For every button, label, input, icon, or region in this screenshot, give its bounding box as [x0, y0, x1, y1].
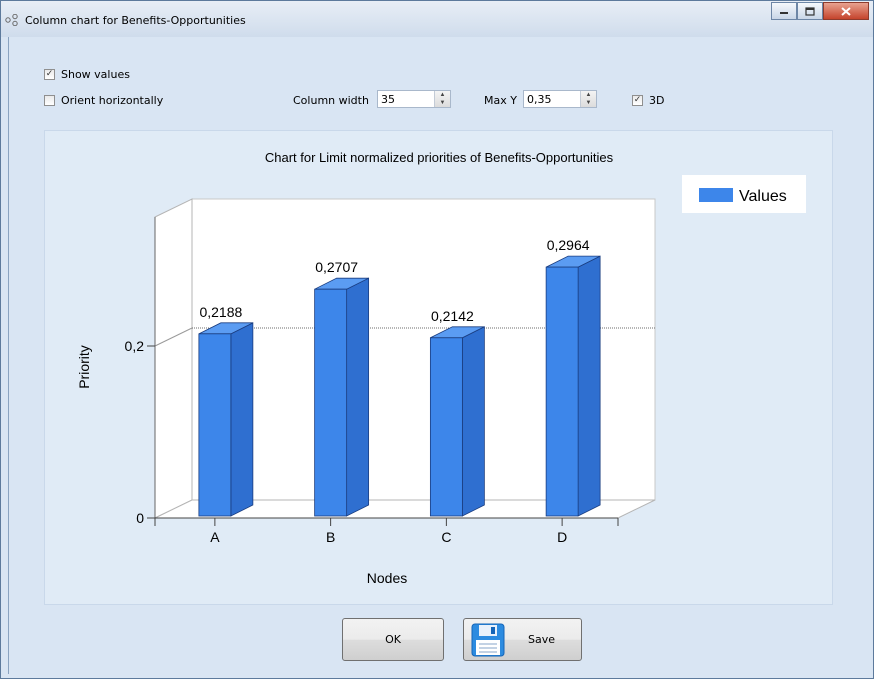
- app-window: Column chart for Benefits-Opportunities …: [0, 0, 874, 679]
- x-axis-title: Nodes: [367, 570, 407, 586]
- close-button[interactable]: [823, 2, 869, 20]
- data-label: 0,2964: [547, 237, 590, 253]
- checkbox-icon: ✓: [632, 95, 643, 106]
- y-tick-label: 0,2: [125, 338, 145, 354]
- chart-side-wall: [154, 198, 193, 519]
- window-title: Column chart for Benefits-Opportunities: [25, 14, 246, 27]
- max-y-label: Max Y: [484, 94, 517, 107]
- column-chart: Chart for Limit normalized priorities of…: [76, 150, 806, 586]
- checkbox-icon: [44, 95, 55, 106]
- show-values-checkbox[interactable]: ✓ Show values: [44, 68, 130, 81]
- minimize-icon: [780, 12, 788, 14]
- maximize-icon: [805, 6, 815, 16]
- column-width-stepper[interactable]: 35 ▲ ▼: [377, 90, 451, 108]
- bar-side: [346, 277, 370, 517]
- show-values-label: Show values: [61, 68, 130, 81]
- legend-swatch: [699, 188, 733, 202]
- down-arrow-icon[interactable]: ▼: [435, 99, 450, 107]
- window-controls: [771, 2, 869, 21]
- bar-side: [230, 322, 254, 517]
- data-label: 0,2188: [199, 304, 242, 320]
- stepper-arrows[interactable]: ▲ ▼: [434, 91, 450, 107]
- floppy-disk-icon: [471, 623, 505, 656]
- close-icon: [841, 6, 851, 16]
- stepper-arrows[interactable]: ▲ ▼: [580, 91, 596, 107]
- down-arrow-icon[interactable]: ▼: [581, 99, 596, 107]
- bar-b: [314, 288, 348, 517]
- max-y-value: 0,35: [527, 93, 552, 106]
- bar-side: [461, 326, 485, 517]
- x-tick-label: B: [326, 529, 335, 545]
- x-tick-label: A: [210, 529, 220, 545]
- chart-title: Chart for Limit normalized priorities of…: [265, 150, 614, 165]
- title-bar: Column chart for Benefits-Opportunities: [1, 1, 873, 37]
- y-axis-title: Priority: [76, 345, 92, 389]
- save-button[interactable]: Save: [463, 618, 582, 661]
- y-tick-label: 0: [136, 510, 144, 526]
- orient-horizontally-checkbox[interactable]: Orient horizontally: [44, 94, 163, 107]
- ok-button-label: OK: [385, 633, 401, 646]
- up-arrow-icon[interactable]: ▲: [435, 91, 450, 99]
- 3d-checkbox[interactable]: ✓ 3D: [632, 94, 664, 107]
- up-arrow-icon[interactable]: ▲: [581, 91, 596, 99]
- bar-d: [545, 266, 579, 517]
- data-label: 0,2142: [431, 308, 474, 324]
- window-border: [1, 37, 9, 674]
- save-button-label: Save: [528, 633, 556, 646]
- checkbox-icon: ✓: [44, 69, 55, 80]
- bar-a: [198, 333, 232, 517]
- legend-label: Values: [739, 188, 787, 205]
- column-width-label: Column width: [293, 94, 369, 107]
- bar-side: [577, 255, 601, 517]
- chart-panel: Chart for Limit normalized priorities of…: [44, 130, 833, 605]
- app-icon: [5, 14, 18, 26]
- minimize-button[interactable]: [771, 2, 797, 20]
- bar-c: [429, 337, 463, 517]
- ok-button[interactable]: OK: [342, 618, 444, 661]
- x-tick-label: C: [441, 529, 451, 545]
- orient-horizontally-label: Orient horizontally: [61, 94, 164, 107]
- max-y-stepper[interactable]: 0,35 ▲ ▼: [523, 90, 597, 108]
- 3d-label: 3D: [649, 94, 665, 107]
- x-tick-label: D: [557, 529, 567, 545]
- column-width-value: 35: [381, 93, 395, 106]
- data-label: 0,2707: [315, 259, 358, 275]
- maximize-button[interactable]: [797, 2, 823, 20]
